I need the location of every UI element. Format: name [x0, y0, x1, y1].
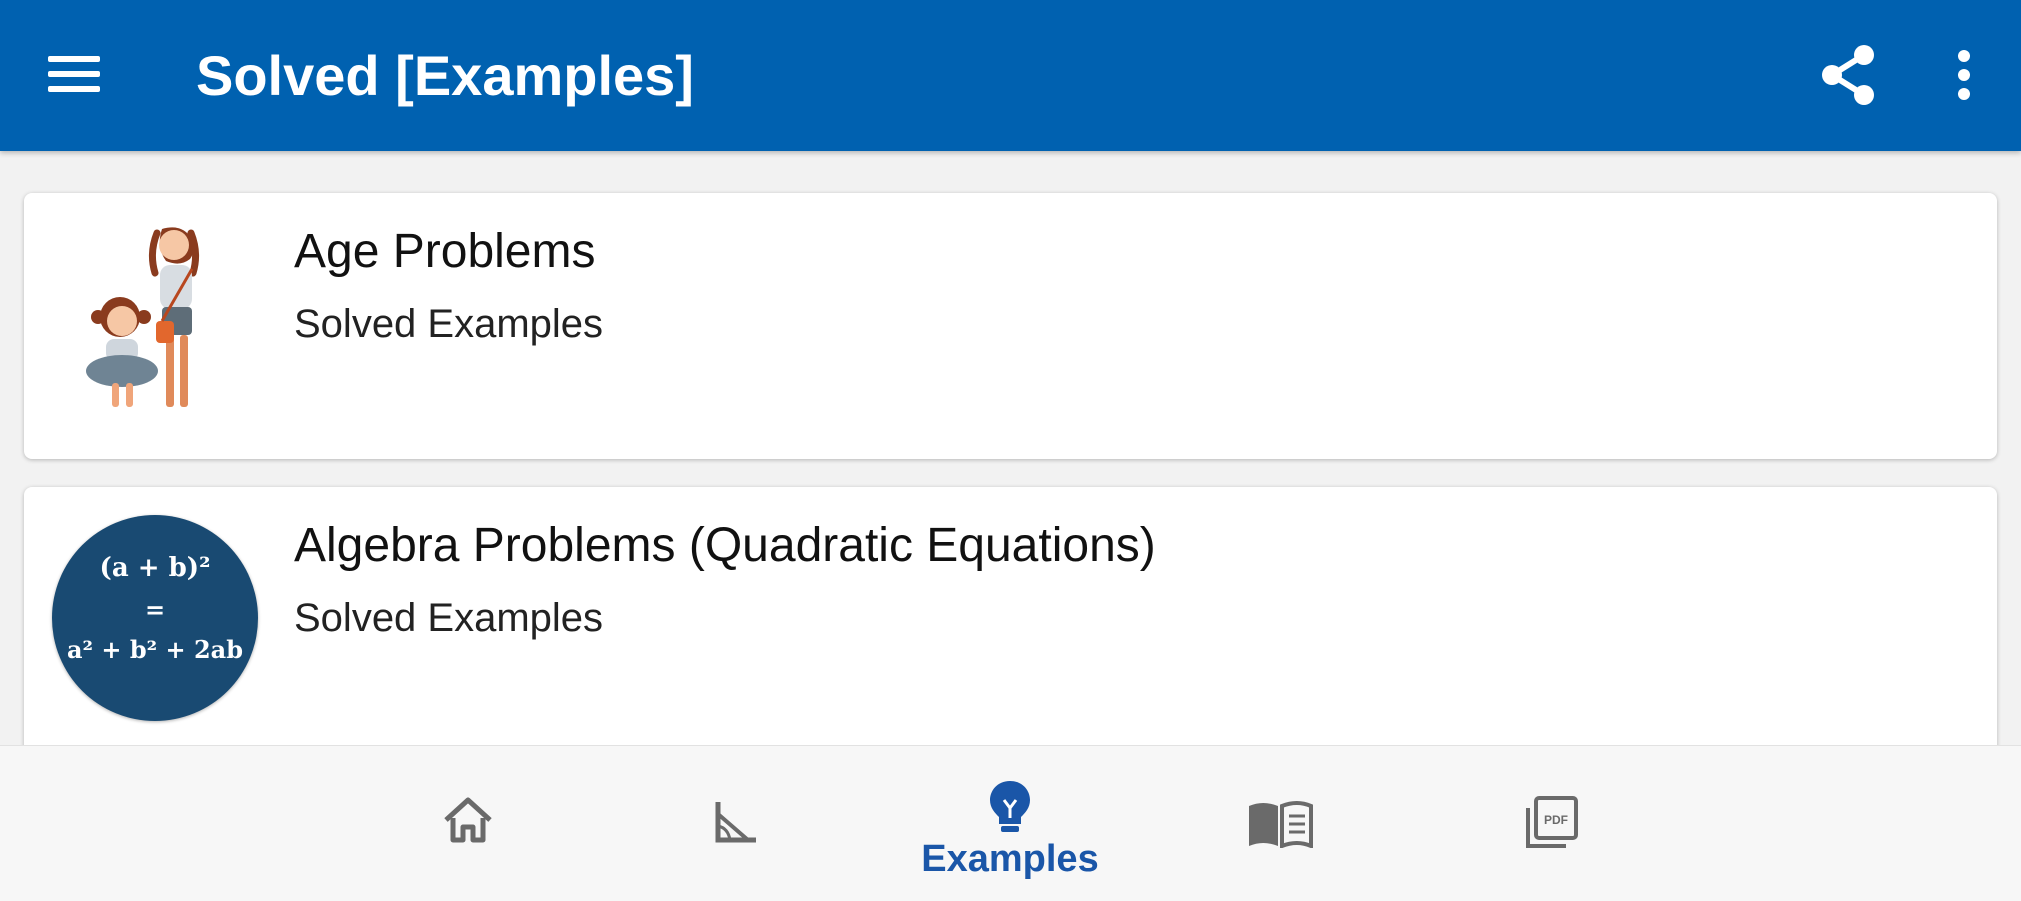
nav-book[interactable]: [1190, 746, 1370, 901]
hamburger-menu-icon: [48, 56, 100, 92]
formula-line-1: (a + b)²: [99, 553, 211, 583]
list-item-age-problems[interactable]: Age Problems Solved Examples: [24, 193, 1997, 459]
nav-home[interactable]: [378, 746, 558, 901]
pdf-icon: PDF: [1526, 796, 1578, 848]
list-item-algebra-problems[interactable]: (a + b)² = a² + b² + 2ab Algebra Problem…: [24, 487, 1997, 745]
bottom-navigation: Examples PDF: [0, 745, 2021, 901]
formula-line-2: =: [144, 595, 166, 624]
app-bar: Solved [Examples]: [0, 0, 2021, 151]
nav-geometry[interactable]: [646, 746, 826, 901]
girls-illustration: [86, 227, 200, 407]
algebra-formula-badge: (a + b)² = a² + b² + 2ab: [52, 515, 258, 721]
item-title: Age Problems: [294, 225, 596, 278]
menu-button[interactable]: [40, 40, 108, 108]
book-icon: [1249, 801, 1313, 848]
more-options-button[interactable]: [1944, 40, 1984, 110]
item-title: Algebra Problems (Quadratic Equations): [294, 519, 1156, 572]
home-icon: [444, 797, 492, 843]
item-subtitle: Solved Examples: [294, 596, 604, 640]
share-icon: [1822, 45, 1874, 105]
examples-list: Age Problems Solved Examples (a + b)² = …: [0, 151, 2021, 745]
share-button[interactable]: [1814, 40, 1884, 110]
formula-line-3: a² + b² + 2ab: [66, 635, 244, 664]
geometry-icon: [715, 802, 756, 843]
svg-text:PDF: PDF: [1544, 813, 1568, 827]
nav-pdf[interactable]: PDF: [1460, 746, 1640, 901]
more-vert-icon: [1958, 50, 1970, 100]
nav-examples-label: Examples: [921, 838, 1099, 880]
page-title: Solved [Examples]: [196, 44, 694, 107]
item-subtitle: Solved Examples: [294, 302, 604, 346]
nav-examples[interactable]: Examples: [920, 746, 1100, 901]
lightbulb-icon: [990, 781, 1030, 832]
